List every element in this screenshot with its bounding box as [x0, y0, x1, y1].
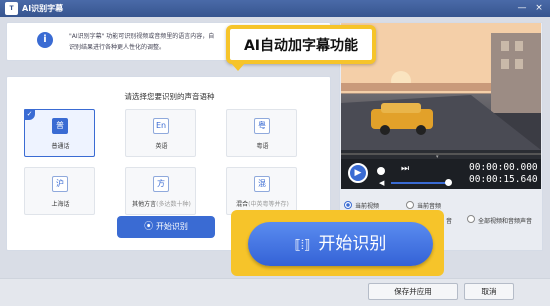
radio-current-audio[interactable]	[406, 201, 414, 209]
stop-button[interactable]	[377, 167, 385, 175]
language-prompt: 请选择您要识别的声音语种	[124, 92, 215, 101]
save-apply-button[interactable]: 保存并应用	[368, 283, 458, 300]
mandarin-icon: 普	[52, 118, 68, 134]
info-text-line1: "AI识别字幕" 功能可识别视频或音频里的语言内容，自	[69, 33, 215, 40]
radio-label: 当前音频	[417, 203, 442, 210]
language-card-cantonese[interactable]: 粤 粤语	[226, 109, 297, 157]
play-button[interactable]: ▶	[348, 163, 368, 183]
total-time: 00:00:15.640	[469, 174, 538, 185]
dialect-icon: 方	[153, 176, 169, 192]
app-logo-icon: T	[5, 2, 18, 15]
radio-current-video[interactable]	[344, 201, 352, 209]
cantonese-icon: 粤	[254, 118, 270, 134]
radio-all-media[interactable]	[467, 215, 475, 223]
callout-title: AI自动加字幕功能	[243, 38, 359, 54]
start-recognition-button[interactable]: ⦿ 开始识别	[117, 216, 215, 238]
seek-bar[interactable]: ▾	[341, 150, 541, 160]
language-card-mixed[interactable]: 混 混合(中英粤等并存)	[226, 167, 297, 215]
shanghainese-icon: 沪	[52, 176, 68, 192]
window-title: AI识别字幕	[22, 4, 64, 13]
language-label: 混合(中英粤等并存)	[236, 201, 289, 208]
player-controls: ▶ ⏭ ◀ 00:00:00.000 00:00:15.640	[341, 159, 541, 189]
english-icon: En	[153, 118, 169, 134]
minimize-button[interactable]: —	[516, 2, 528, 14]
language-label: 上海话	[51, 201, 70, 208]
current-time: 00:00:00.000	[469, 162, 538, 173]
callout-pointer	[231, 63, 245, 71]
volume-icon[interactable]: ◀	[379, 179, 384, 187]
cancel-button[interactable]: 取消	[464, 283, 514, 300]
mixed-icon: 混	[254, 176, 270, 192]
radio-label: 当前视频	[355, 203, 380, 210]
feature-callout: AI自动加字幕功能	[226, 25, 376, 64]
skip-forward-icon[interactable]: ⏭	[401, 164, 409, 174]
check-icon: ✓	[24, 109, 35, 120]
language-label: 普通话	[51, 143, 70, 150]
language-card-shanghainese[interactable]: 沪 上海话	[24, 167, 95, 215]
language-sublabel: (多达数十种)	[156, 201, 191, 208]
radio-label: 音	[446, 218, 453, 225]
start-recognition-button-zoomed[interactable]: ⟦⦙⟧ 开始识别	[248, 222, 433, 266]
volume-handle[interactable]	[445, 179, 452, 186]
waveform-icon: ⟦⦙⟧	[294, 238, 311, 253]
close-button[interactable]: ×	[533, 2, 545, 14]
info-text-line2: 识别结果进行各种更人性化的调整。	[69, 44, 166, 51]
volume-slider[interactable]	[391, 182, 449, 184]
radio-label: 全部视频和音频声音	[478, 218, 533, 225]
waveform-icon: ⦿	[144, 222, 156, 232]
language-card-mandarin[interactable]: ✓ 普 普通话	[24, 109, 95, 157]
language-label: 英语	[155, 143, 168, 150]
language-card-dialects[interactable]: 方 其他方言(多达数十种)	[125, 167, 196, 215]
language-label: 粤语	[256, 143, 269, 150]
info-icon: i	[37, 32, 53, 48]
language-card-english[interactable]: En 英语	[125, 109, 196, 157]
language-sublabel: (中英粤等并存)	[248, 201, 289, 208]
window-titlebar: T AI识别字幕 — ×	[0, 0, 550, 17]
language-label: 其他方言(多达数十种)	[132, 201, 191, 208]
